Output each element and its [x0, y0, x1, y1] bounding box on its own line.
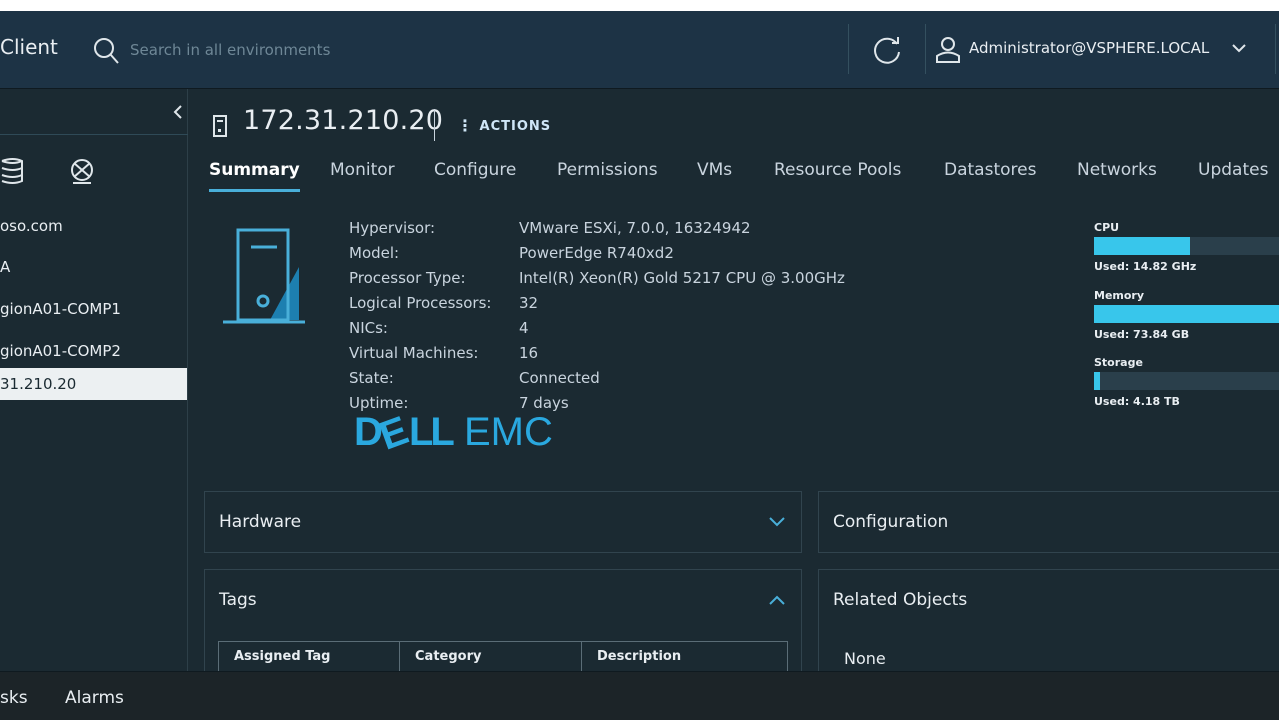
tree-item-selected-host[interactable]: 31.210.20	[0, 368, 187, 400]
storage-used-text: Used: 4.18 TB	[1094, 395, 1180, 408]
tab-datastores[interactable]: Datastores	[944, 160, 1036, 192]
memory-used-text: Used: 73.84 GB	[1094, 328, 1190, 341]
search-input[interactable]	[130, 39, 650, 61]
alarms-tab[interactable]: Alarms	[65, 688, 124, 708]
bottom-panel-bar: sks Alarms	[0, 671, 1279, 720]
header-divider	[1275, 24, 1276, 74]
summary-value: Connected	[519, 369, 600, 387]
memory-usage-bar	[1094, 305, 1279, 323]
column-header[interactable]: Assigned Tag	[219, 642, 400, 671]
cpu-usage-bar	[1094, 237, 1279, 255]
brand-label: Client	[0, 35, 58, 59]
page-title: 172.31.210.20	[243, 105, 444, 136]
user-icon[interactable]	[935, 36, 961, 64]
tab-configure[interactable]: Configure	[434, 160, 516, 192]
tags-table: Assigned Tag Category Description	[218, 641, 788, 671]
vsphere-client-window: Client Administrator@VSPHERE.LOCAL	[0, 11, 1279, 720]
tree-item[interactable]: oso.com	[0, 210, 187, 242]
configuration-card-title: Configuration	[833, 512, 949, 532]
hardware-card[interactable]: Hardware	[204, 491, 802, 553]
tab-resource-pools[interactable]: Resource Pools	[774, 160, 901, 192]
recent-tasks-tab[interactable]: sks	[0, 688, 28, 708]
storage-usage-bar	[1094, 372, 1279, 390]
inventory-sidebar: oso.com A gionA01-COMP1 gionA01-COMP2 31…	[0, 89, 188, 671]
summary-value: VMware ESXi, 7.0.0, 16324942	[519, 219, 751, 237]
tab-permissions[interactable]: Permissions	[557, 160, 658, 192]
related-objects-title: Related Objects	[833, 590, 968, 610]
sidebar-divider	[0, 134, 188, 135]
cpu-label: CPU	[1094, 221, 1120, 234]
tab-monitor[interactable]: Monitor	[330, 160, 395, 192]
svg-text:E: E	[374, 408, 414, 453]
title-divider	[434, 109, 435, 141]
main-content: 172.31.210.20 ⋮ ACTIONS Summary Monitor …	[189, 89, 1279, 671]
svg-text:EMC: EMC	[464, 410, 553, 453]
cpu-used-text: Used: 14.82 GHz	[1094, 260, 1197, 273]
actions-label: ACTIONS	[479, 119, 552, 134]
storage-usage-fill	[1094, 372, 1100, 390]
chevron-down-icon[interactable]	[1232, 43, 1246, 53]
tab-updates[interactable]: Updates	[1198, 160, 1268, 192]
server-illustration-icon	[223, 228, 305, 324]
summary-label: Model:	[349, 244, 400, 262]
column-header[interactable]: Description	[582, 642, 787, 671]
top-header: Client Administrator@VSPHERE.LOCAL	[0, 11, 1279, 89]
chevron-left-icon[interactable]	[172, 104, 184, 120]
tab-vms[interactable]: VMs	[697, 160, 732, 192]
summary-value: 32	[519, 294, 539, 312]
configuration-card[interactable]: Configuration	[818, 491, 1279, 553]
column-header[interactable]: Category	[400, 642, 582, 671]
actions-menu[interactable]: ⋮ ACTIONS	[457, 115, 552, 135]
summary-label: Processor Type:	[349, 269, 466, 287]
tree-item[interactable]: gionA01-COMP1	[0, 293, 187, 325]
summary-value: 16	[519, 344, 539, 362]
kebab-icon: ⋮	[457, 116, 474, 135]
tree-item[interactable]: gionA01-COMP2	[0, 335, 187, 367]
user-menu-label[interactable]: Administrator@VSPHERE.LOCAL	[969, 39, 1209, 57]
summary-value: Intel(R) Xeon(R) Gold 5217 CPU @ 3.00GHz	[519, 269, 845, 287]
database-icon[interactable]	[0, 157, 26, 185]
summary-label: Hypervisor:	[349, 219, 436, 237]
hardware-card-title: Hardware	[219, 512, 302, 532]
summary-label: NICs:	[349, 319, 388, 337]
tree-item[interactable]: A	[0, 251, 187, 283]
search-icon[interactable]	[93, 37, 119, 65]
dell-emc-logo: D E LL EMC	[354, 408, 553, 453]
host-icon	[213, 115, 227, 137]
network-icon[interactable]	[69, 157, 95, 185]
tab-summary[interactable]: Summary	[209, 160, 300, 192]
summary-label: State:	[349, 369, 394, 387]
tags-card-title: Tags	[219, 590, 257, 610]
related-objects-card: Related Objects None	[818, 569, 1279, 671]
tab-networks[interactable]: Networks	[1077, 160, 1157, 192]
svg-text:LL: LL	[409, 410, 454, 453]
cpu-usage-fill	[1094, 237, 1191, 255]
header-divider	[925, 24, 926, 74]
refresh-icon[interactable]	[870, 33, 904, 67]
summary-value: PowerEdge R740xd2	[519, 244, 674, 262]
chevron-down-icon[interactable]	[769, 517, 785, 527]
memory-label: Memory	[1094, 289, 1145, 302]
summary-label: Logical Processors:	[349, 294, 492, 312]
header-divider	[848, 24, 849, 74]
related-objects-value: None	[844, 649, 886, 668]
memory-usage-fill	[1094, 305, 1279, 323]
chevron-up-icon[interactable]	[769, 595, 785, 605]
summary-value: 4	[519, 319, 529, 337]
summary-label: Virtual Machines:	[349, 344, 479, 362]
storage-label: Storage	[1094, 356, 1143, 369]
